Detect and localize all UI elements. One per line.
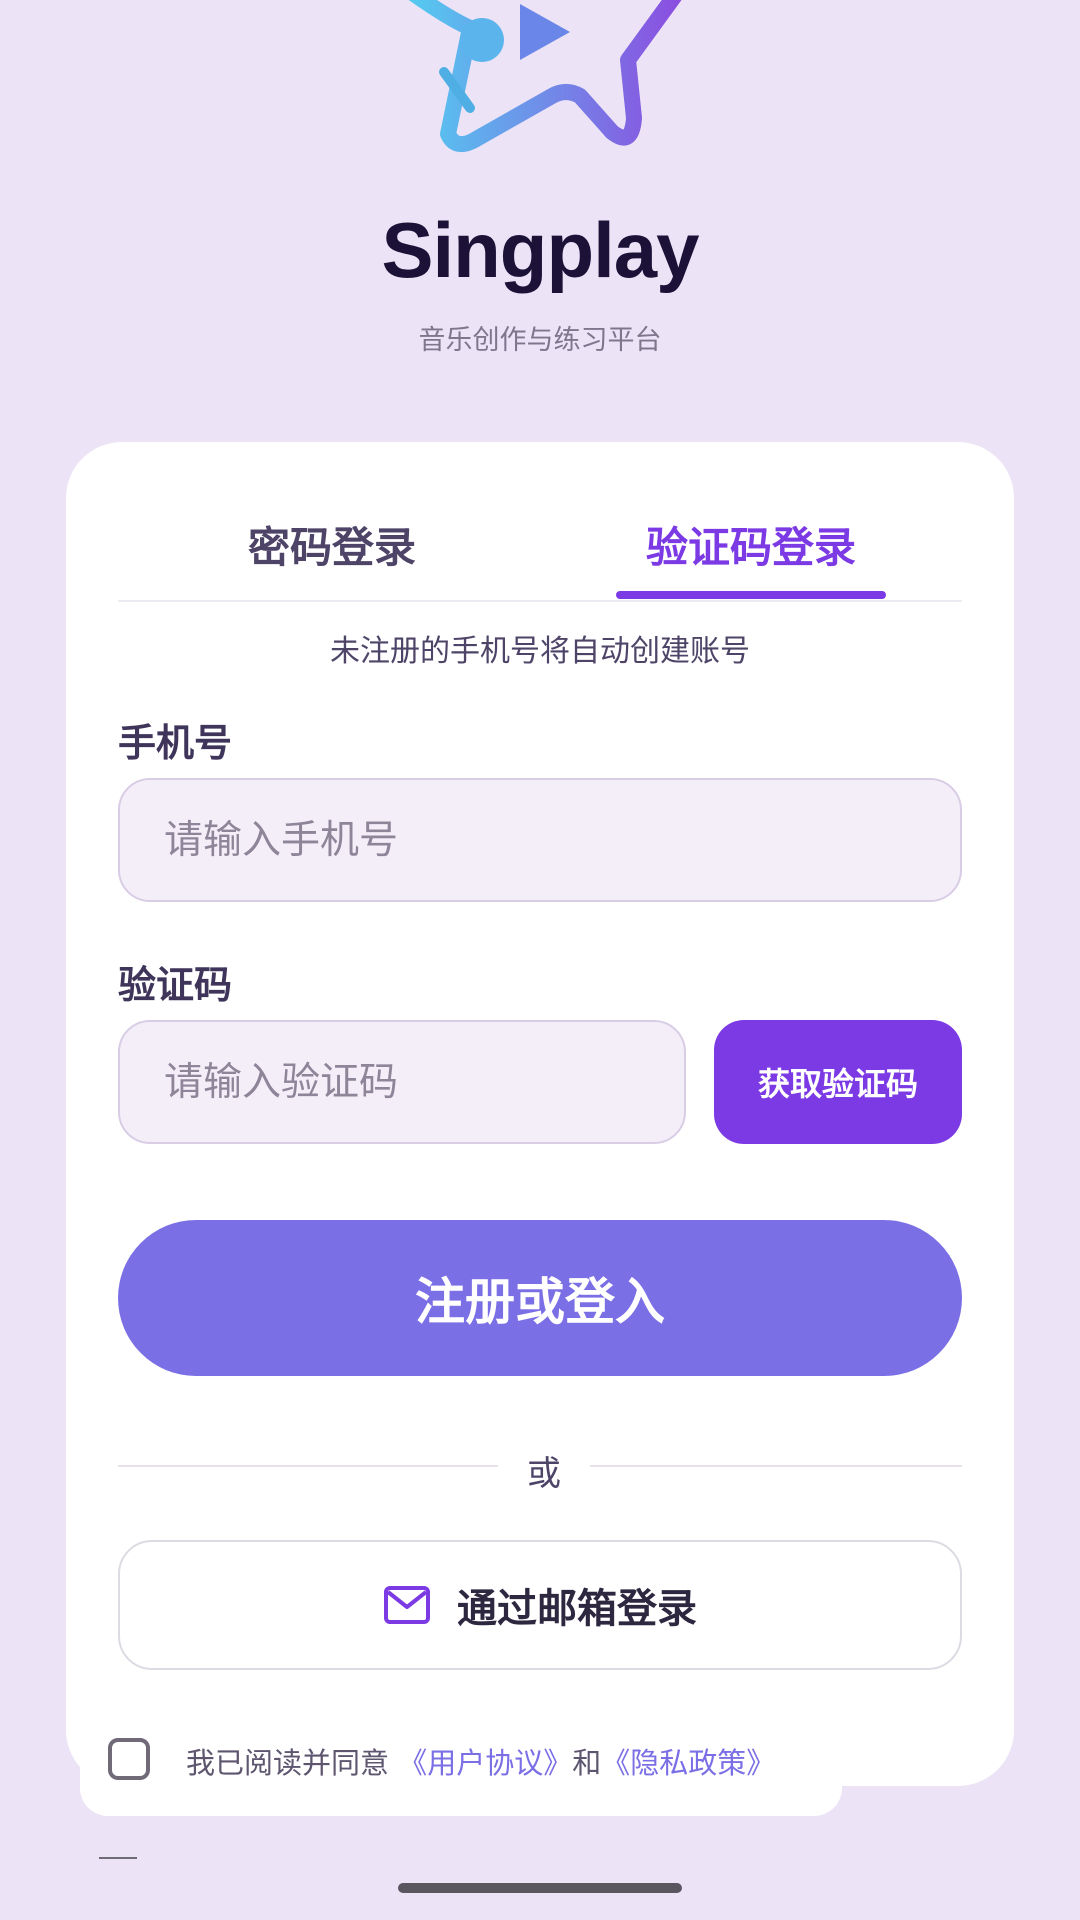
code-label: 验证码 bbox=[118, 963, 233, 1007]
singplay-logo bbox=[408, 0, 682, 152]
phone-label: 手机号 bbox=[118, 721, 233, 765]
login-card: 密码登录 验证码登录 未注册的手机号将自动创建账号 手机号 验证码 获取验证码 … bbox=[66, 442, 1014, 1786]
phone-input[interactable] bbox=[118, 778, 962, 902]
or-divider-right bbox=[590, 1465, 962, 1467]
register-hint: 未注册的手机号将自动创建账号 bbox=[330, 634, 750, 669]
or-divider-left bbox=[118, 1465, 498, 1467]
app-subtitle: 音乐创作与练习平台 bbox=[418, 325, 662, 356]
or-divider-text: 或 bbox=[527, 1454, 561, 1494]
tab-divider bbox=[118, 600, 962, 602]
agreement-row: 我已阅读并同意 《用户协议》和《隐私政策》 bbox=[80, 1704, 842, 1816]
partial-divider bbox=[99, 1857, 137, 1859]
agreement-conjunction: 和 bbox=[572, 1746, 602, 1780]
tab-code-login[interactable]: 验证码登录 bbox=[616, 514, 886, 575]
active-tab-indicator bbox=[616, 591, 886, 599]
agreement-text: 我已阅读并同意 《用户协议》和《隐私政策》 bbox=[186, 1740, 775, 1782]
privacy-policy-link[interactable]: 《隐私政策》 bbox=[601, 1746, 775, 1780]
email-login-button[interactable]: 通过邮箱登录 bbox=[118, 1540, 962, 1670]
user-agreement-link[interactable]: 《用户协议》 bbox=[398, 1746, 572, 1780]
mail-icon bbox=[384, 1586, 430, 1624]
app-title: Singplay bbox=[381, 206, 699, 294]
register-or-login-button[interactable]: 注册或登入 bbox=[118, 1220, 962, 1376]
agreement-checkbox[interactable] bbox=[108, 1738, 150, 1780]
code-input[interactable] bbox=[118, 1020, 686, 1144]
get-code-button[interactable]: 获取验证码 bbox=[714, 1020, 962, 1144]
agreement-prefix: 我已阅读并同意 bbox=[186, 1746, 390, 1780]
email-login-label: 通过邮箱登录 bbox=[457, 1586, 697, 1632]
home-indicator[interactable] bbox=[398, 1883, 682, 1893]
tab-password-login[interactable]: 密码登录 bbox=[242, 514, 422, 575]
